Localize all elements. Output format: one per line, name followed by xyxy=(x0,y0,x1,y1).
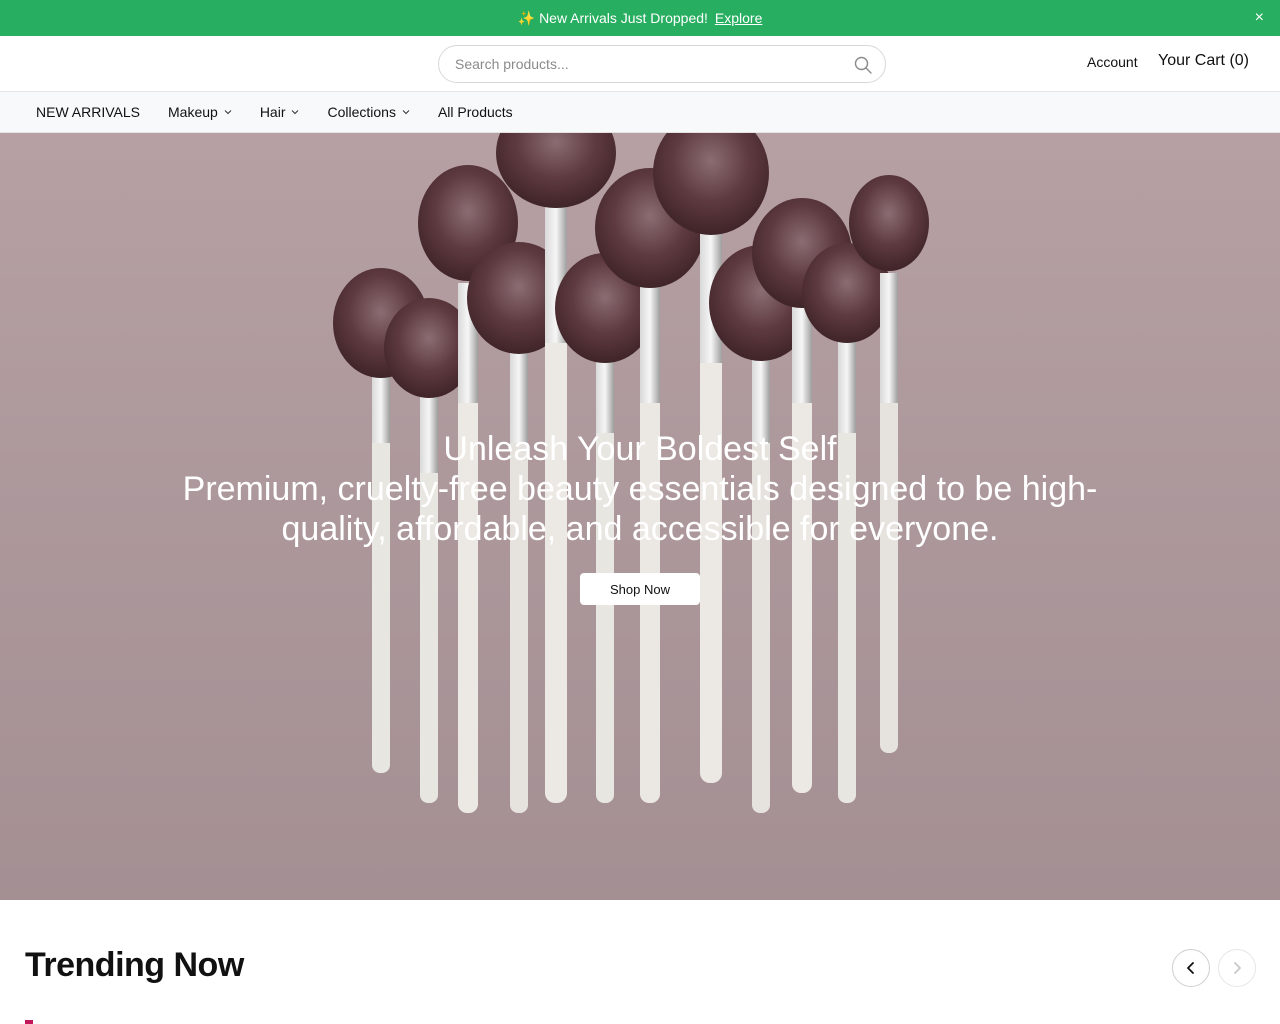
product-card-edge xyxy=(25,1020,33,1024)
search-input[interactable] xyxy=(455,46,835,82)
site-header: Account Your Cart (0) xyxy=(0,36,1280,92)
chevron-down-icon xyxy=(292,110,299,115)
chevron-down-icon xyxy=(224,110,232,115)
search-icon[interactable] xyxy=(853,55,873,75)
nav-item-label: Collections xyxy=(327,104,396,120)
hero-title: Unleash Your Boldest Self xyxy=(443,430,837,468)
carousel-prev-button[interactable] xyxy=(1172,949,1210,987)
chevron-right-icon xyxy=(1234,962,1241,974)
nav-item-collections[interactable]: Collections xyxy=(327,104,410,120)
search-box xyxy=(438,45,886,83)
hero-subtitle: Premium, cruelty-free beauty essentials … xyxy=(182,470,1098,548)
nav-item-label: NEW ARRIVALS xyxy=(36,104,140,120)
close-announcement-button[interactable]: × xyxy=(1255,9,1264,27)
announcement-bar: ✨ New Arrivals Just Dropped! Explore × xyxy=(0,0,1280,36)
nav-item-label: Hair xyxy=(259,104,286,120)
chevron-down-icon xyxy=(402,110,410,115)
cart-link[interactable]: Your Cart (0) xyxy=(1158,52,1249,70)
main-nav: NEW ARRIVALS Makeup Hair Collections All… xyxy=(0,92,1280,133)
announcement-text: New Arrivals Just Dropped! xyxy=(539,10,708,26)
trending-title: Trending Now xyxy=(25,946,244,984)
nav-item-label: Makeup xyxy=(168,104,218,120)
explore-link[interactable]: Explore xyxy=(715,10,762,26)
hero-banner: Unleash Your Boldest Self Premium, cruel… xyxy=(0,133,1280,900)
account-link[interactable]: Account xyxy=(1087,54,1138,70)
nav-item-new-arrivals[interactable]: NEW ARRIVALS xyxy=(36,104,140,120)
chevron-left-icon xyxy=(1187,962,1194,974)
sparkles-icon: ✨ xyxy=(517,9,536,26)
shop-now-button[interactable]: Shop Now xyxy=(580,573,700,605)
nav-item-all-products[interactable]: All Products xyxy=(438,104,513,120)
nav-item-makeup[interactable]: Makeup xyxy=(168,104,232,120)
nav-item-hair[interactable]: Hair xyxy=(260,104,300,120)
nav-item-label: All Products xyxy=(437,104,513,120)
carousel-next-button[interactable] xyxy=(1218,949,1256,987)
